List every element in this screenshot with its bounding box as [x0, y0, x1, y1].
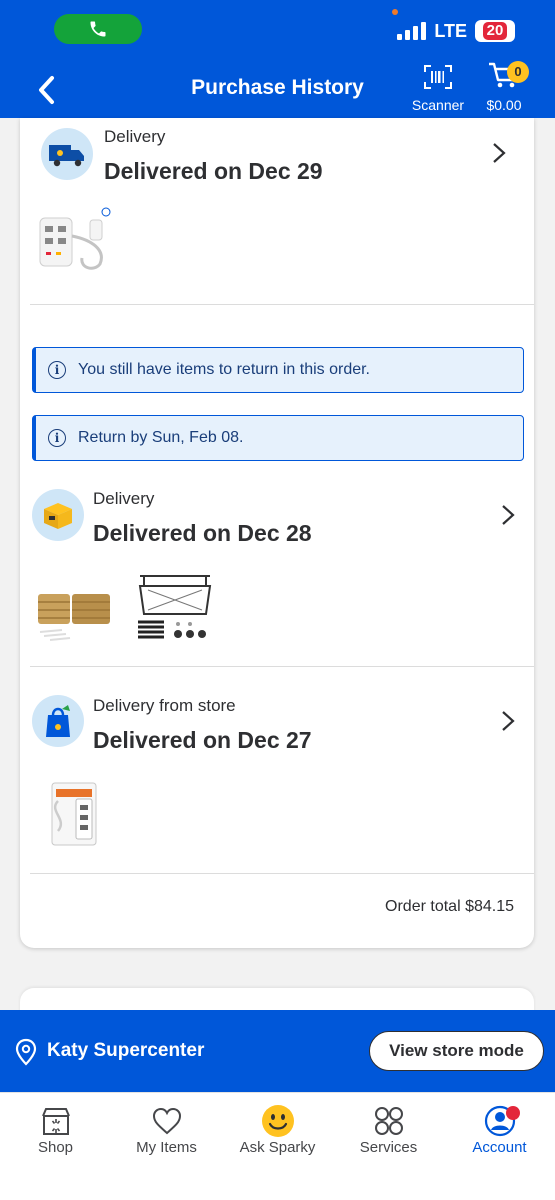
product-thumbnail-cable-tray[interactable]	[134, 572, 216, 646]
sparky-smiley-icon	[261, 1105, 294, 1137]
nav-label: Shop	[37, 1139, 74, 1156]
store-bar: Katy Supercenter View store mode	[0, 1010, 555, 1092]
cart-button[interactable]: 0 $0.00	[480, 60, 529, 113]
nav-item-services[interactable]: Services	[333, 1105, 444, 1156]
nav-label: Account	[472, 1139, 527, 1156]
view-store-mode-button[interactable]: View store mode	[369, 1031, 544, 1071]
services-grid-icon	[374, 1107, 403, 1135]
product-thumbnail-baskets[interactable]	[34, 572, 114, 644]
location-pin-icon	[15, 1038, 37, 1066]
nav-label: Services	[359, 1139, 418, 1156]
nav-item-ask-sparky[interactable]: Ask Sparky	[222, 1105, 333, 1156]
status-icons: LTE 20	[397, 20, 515, 42]
ongoing-call-indicator[interactable]	[54, 14, 142, 44]
nav-item-account[interactable]: Account	[444, 1105, 555, 1156]
notice-text: Return by Sun, Feb 08.	[78, 429, 244, 446]
package-box-icon	[32, 489, 84, 541]
cart-total: $0.00	[486, 97, 522, 113]
cart-count-badge: 0	[507, 61, 529, 83]
page-title-text: Purchase History	[191, 76, 364, 99]
shipment-type: Delivery from store	[93, 696, 236, 715]
heart-icon	[152, 1107, 181, 1135]
shipment-dec-29[interactable]: Delivery Delivered on Dec 29	[20, 118, 534, 304]
order-card: Delivery Delivered on Dec 29 i You still…	[20, 118, 534, 948]
nav-label: My Items	[136, 1139, 197, 1156]
product-thumbnail-surge-protector[interactable]	[46, 775, 104, 849]
chevron-right-icon	[493, 143, 506, 163]
shipment-type: Delivery	[93, 489, 155, 508]
order-total: Order total $84.15	[385, 898, 514, 915]
shipment-status: Delivered on Dec 27	[93, 727, 312, 753]
product-thumbnail-power-strip[interactable]	[32, 206, 116, 276]
signal-icon	[397, 22, 427, 40]
privacy-indicator-dot	[392, 9, 398, 15]
phone-icon	[90, 21, 106, 37]
scanner-button[interactable]: Scanner	[410, 64, 466, 113]
chevron-right-icon	[502, 711, 515, 731]
return-items-notice: i You still have items to return in this…	[32, 347, 524, 393]
nav-label: Ask Sparky	[239, 1139, 316, 1156]
network-label: LTE	[434, 20, 467, 41]
info-icon: i	[48, 361, 66, 379]
shipment-type: Delivery	[104, 127, 166, 146]
chevron-right-icon	[502, 505, 515, 525]
notification-dot	[506, 1106, 520, 1120]
nav-item-my-items[interactable]: My Items	[111, 1105, 222, 1156]
return-deadline-notice: i Return by Sun, Feb 08.	[32, 415, 524, 461]
bottom-nav: Shop My Items Ask Sparky Services Accoun…	[0, 1092, 555, 1200]
page-title: Purchase History	[0, 76, 555, 100]
battery-level: 20	[482, 22, 508, 40]
store-name[interactable]: Katy Supercenter	[47, 1040, 204, 1062]
battery-icon: 20	[475, 20, 515, 42]
info-icon: i	[48, 429, 66, 447]
section-divider	[30, 304, 534, 305]
section-divider	[30, 873, 534, 874]
shipment-dec-27[interactable]: Delivery from store Delivered on Dec 27	[20, 667, 534, 872]
store-icon	[41, 1108, 70, 1135]
shipment-status: Delivered on Dec 29	[104, 158, 323, 184]
shipment-status: Delivered on Dec 28	[93, 520, 312, 546]
store-bag-icon	[32, 695, 84, 747]
scanner-label: Scanner	[411, 97, 465, 113]
nav-item-shop[interactable]: Shop	[0, 1105, 111, 1156]
app-header: LTE 20 Purchase History Scanner 0 $0.00	[0, 0, 555, 118]
barcode-scanner-icon	[424, 65, 452, 89]
shipment-dec-28[interactable]: Delivery Delivered on Dec 28	[20, 482, 534, 666]
delivery-truck-icon	[41, 128, 93, 180]
notice-text: You still have items to return in this o…	[78, 361, 370, 378]
